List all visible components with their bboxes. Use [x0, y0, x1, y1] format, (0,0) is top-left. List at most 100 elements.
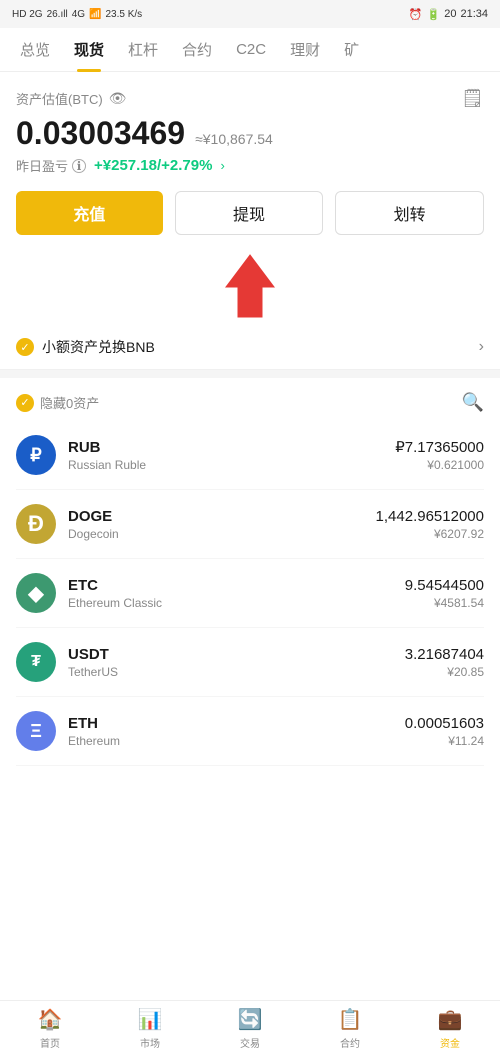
- rub-amount: ₽7.17365000 ¥0.621000: [395, 438, 484, 472]
- status-network: HD 2G: [12, 9, 43, 20]
- bnb-banner[interactable]: ✓ 小额资产兑换BNB ›: [0, 325, 500, 370]
- market-label: 市场: [140, 1035, 160, 1050]
- etc-cny: ¥4581.54: [405, 596, 484, 610]
- list-item[interactable]: ₮ USDT TetherUS 3.21687404 ¥20.85: [16, 628, 484, 697]
- asset-list-section: ✓ 隐藏0资产 🔍 ₽ RUB Russian Ruble ₽7.1736500…: [0, 378, 500, 766]
- withdraw-button[interactable]: 提现: [175, 191, 324, 235]
- pnl-value: +¥257.18/+2.79%: [94, 157, 212, 174]
- coin-list: ₽ RUB Russian Ruble ₽7.17365000 ¥0.62100…: [16, 421, 484, 766]
- status-right: ⏰ 🔋 20 21:34: [409, 8, 488, 21]
- tab-contract[interactable]: 合约: [170, 27, 224, 72]
- search-icon[interactable]: 🔍: [462, 392, 484, 413]
- doge-cny: ¥6207.92: [376, 527, 484, 541]
- doge-value: 1,442.96512000: [376, 508, 484, 525]
- tab-overview[interactable]: 总览: [8, 27, 62, 72]
- home-label: 首页: [40, 1035, 60, 1050]
- list-item[interactable]: ₽ RUB Russian Ruble ₽7.17365000 ¥0.62100…: [16, 421, 484, 490]
- pnl-row: 昨日盈亏 ℹ +¥257.18/+2.79% ›: [16, 156, 484, 175]
- doge-symbol: DOGE: [68, 508, 376, 525]
- doge-name: Dogecoin: [68, 527, 376, 541]
- main-content: 资产估值(BTC) 👁 🗒 0.03003469 ≈¥10,867.54 昨日盈…: [0, 72, 500, 321]
- market-icon: 📊: [138, 1007, 163, 1032]
- hide-zero-toggle[interactable]: ✓ 隐藏0资产: [16, 393, 99, 412]
- etc-info: ETC Ethereum Classic: [68, 577, 405, 610]
- tab-mining[interactable]: 矿: [332, 27, 371, 72]
- eth-cny: ¥11.24: [405, 734, 484, 748]
- pnl-label: 昨日盈亏 ℹ: [16, 156, 86, 175]
- red-arrow-svg: [220, 251, 280, 321]
- eth-amount: 0.00051603 ¥11.24: [405, 715, 484, 748]
- list-item[interactable]: Ξ ETH Ethereum 0.00051603 ¥11.24: [16, 697, 484, 766]
- nav-contract[interactable]: 📋 合约: [300, 1001, 400, 1056]
- nav-trade[interactable]: 🔄 交易: [200, 1001, 300, 1056]
- usdt-value: 3.21687404: [405, 646, 484, 663]
- doge-info: DOGE Dogecoin: [68, 508, 376, 541]
- hide-zero-label: 隐藏0资产: [40, 393, 99, 412]
- trade-label: 交易: [240, 1035, 260, 1050]
- list-item[interactable]: Ð DOGE Dogecoin 1,442.96512000 ¥6207.92: [16, 490, 484, 559]
- asset-label-text: 资产估值(BTC): [16, 89, 103, 108]
- eth-symbol: ETH: [68, 715, 405, 732]
- asset-list-header: ✓ 隐藏0资产 🔍: [16, 378, 484, 421]
- tab-c2c[interactable]: C2C: [224, 29, 278, 70]
- nav-market[interactable]: 📊 市场: [100, 1001, 200, 1056]
- usdt-symbol: USDT: [68, 646, 405, 663]
- contract-icon: 📋: [338, 1007, 363, 1032]
- bnb-banner-chevron: ›: [479, 338, 484, 356]
- receipt-icon[interactable]: 🗒: [461, 88, 484, 109]
- nav-tabs: 总览 现货 杠杆 合约 C2C 理财 矿: [0, 28, 500, 72]
- tab-leverage[interactable]: 杠杆: [116, 27, 170, 72]
- cny-approx: ≈¥10,867.54: [195, 131, 273, 147]
- rub-icon: ₽: [16, 435, 56, 475]
- bnb-banner-text: 小额资产兑换BNB: [42, 337, 155, 357]
- usdt-name: TetherUS: [68, 665, 405, 679]
- status-signal: 26.ıll: [47, 9, 68, 20]
- rub-info: RUB Russian Ruble: [68, 439, 395, 472]
- status-time: 21:34: [460, 8, 488, 20]
- status-4g: 4G: [72, 9, 85, 20]
- assets-label: 资金: [440, 1035, 460, 1050]
- eye-icon[interactable]: 👁: [109, 90, 127, 107]
- divider: [0, 370, 500, 378]
- bnb-check-icon: ✓: [16, 338, 34, 356]
- bottom-spacer: [0, 766, 500, 846]
- deposit-button[interactable]: 充值: [16, 191, 163, 235]
- asset-header: 资产估值(BTC) 👁 🗒: [16, 88, 484, 109]
- etc-name: Ethereum Classic: [68, 596, 405, 610]
- etc-icon: ◆: [16, 573, 56, 613]
- assets-icon: 💼: [438, 1007, 463, 1032]
- usdt-amount: 3.21687404 ¥20.85: [405, 646, 484, 679]
- list-item[interactable]: ◆ ETC Ethereum Classic 9.54544500 ¥4581.…: [16, 559, 484, 628]
- bottom-nav: 🏠 首页 📊 市场 🔄 交易 📋 合约 💼 资金: [0, 1000, 500, 1056]
- hide-zero-check: ✓: [16, 394, 34, 412]
- alarm-icon: ⏰: [409, 8, 423, 21]
- pnl-chevron[interactable]: ›: [220, 158, 224, 173]
- doge-amount: 1,442.96512000 ¥6207.92: [376, 508, 484, 541]
- status-left: HD 2G 26.ıll 4G 📶 23.5 K/s: [12, 9, 142, 20]
- asset-label: 资产估值(BTC) 👁: [16, 89, 126, 108]
- asset-btc-row: 0.03003469 ≈¥10,867.54: [16, 115, 484, 152]
- info-icon: ℹ: [72, 159, 86, 173]
- nav-assets[interactable]: 💼 资金: [400, 1001, 500, 1056]
- tab-spot[interactable]: 现货: [62, 27, 116, 72]
- trade-icon: 🔄: [238, 1007, 263, 1032]
- rub-value: ₽7.17365000: [395, 438, 484, 456]
- eth-name: Ethereum: [68, 734, 405, 748]
- usdt-icon: ₮: [16, 642, 56, 682]
- etc-value: 9.54544500: [405, 577, 484, 594]
- usdt-info: USDT TetherUS: [68, 646, 405, 679]
- eth-info: ETH Ethereum: [68, 715, 405, 748]
- tab-finance[interactable]: 理财: [278, 27, 332, 72]
- wifi-icon: 📶: [89, 9, 101, 20]
- eth-icon: Ξ: [16, 711, 56, 751]
- arrow-annotation: [16, 251, 484, 321]
- transfer-button[interactable]: 划转: [335, 191, 484, 235]
- status-bar: HD 2G 26.ıll 4G 📶 23.5 K/s ⏰ 🔋 20 21:34: [0, 0, 500, 28]
- usdt-cny: ¥20.85: [405, 665, 484, 679]
- etc-amount: 9.54544500 ¥4581.54: [405, 577, 484, 610]
- rub-cny: ¥0.621000: [395, 458, 484, 472]
- nav-home[interactable]: 🏠 首页: [0, 1001, 100, 1056]
- bnb-banner-left: ✓ 小额资产兑换BNB: [16, 337, 155, 357]
- action-buttons: 充值 提现 划转: [16, 191, 484, 235]
- eth-value: 0.00051603: [405, 715, 484, 732]
